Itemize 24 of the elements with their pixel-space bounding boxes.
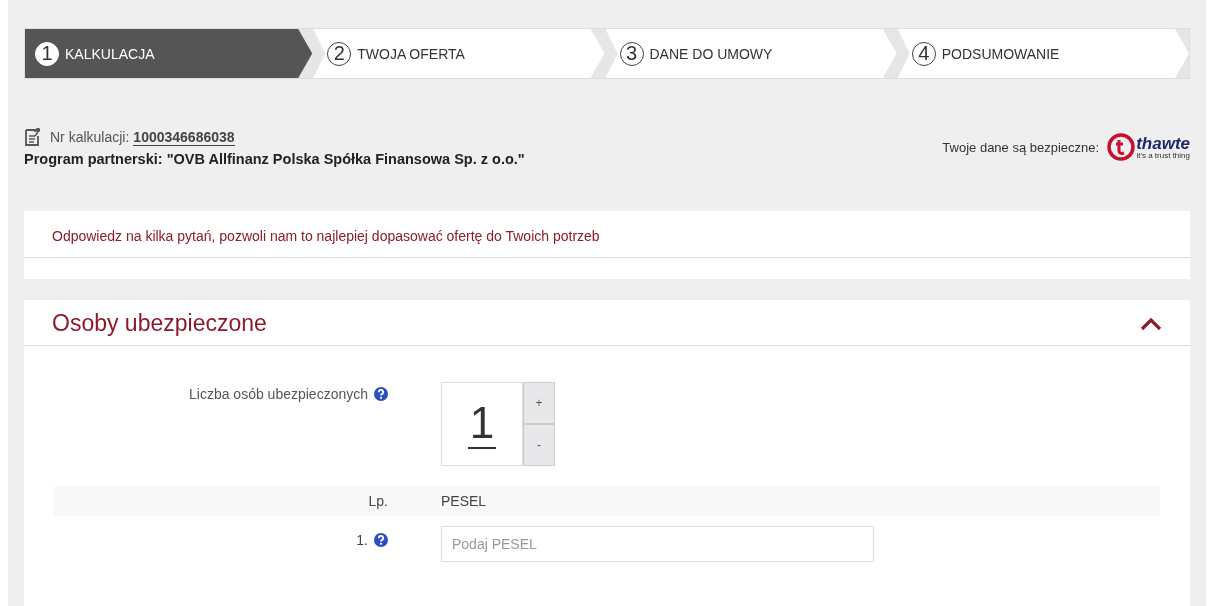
security-text: Twoje dane są bezpieczne: xyxy=(942,139,1100,155)
column-header: Lp. xyxy=(367,493,389,509)
step-tab[interactable]: 2 TWOJA OFERTA xyxy=(313,29,605,78)
partner-program-text: Program partnerski: "OVB Allfinanz Polska Spółka Finansowa Sp. z o.o." xyxy=(24,151,525,167)
help-icon[interactable] xyxy=(374,533,388,547)
chevron-icon[interactable] xyxy=(1140,316,1162,331)
logo-icon xyxy=(1107,133,1136,161)
increment-button[interactable]: + xyxy=(523,382,555,424)
logo-tagline: it's a trust thing xyxy=(1136,151,1190,160)
calculation-number: 1000346686038 xyxy=(133,128,235,146)
count-label: Liczba osób ubezpieczonych xyxy=(189,386,368,402)
step-tab[interactable]: 4 PODSUMOWANIE xyxy=(897,29,1189,78)
note-icon xyxy=(24,127,42,147)
help-icon[interactable] xyxy=(374,387,388,401)
decrement-button[interactable]: - xyxy=(523,424,555,466)
step-tab[interactable]: 3 DANE DO UMOWY xyxy=(605,29,897,78)
pesel-field[interactable]: Podaj PESEL xyxy=(441,526,874,562)
notice-text: Odpowiedz na kilka pytań, pozwoli nam to najlepiej dopasować ofertę do Twoich potrzeb xyxy=(24,211,1190,258)
section-title: Osoby ubezpieczone xyxy=(52,310,267,337)
row-number: 1. xyxy=(356,532,368,548)
logo-text: thawte xyxy=(1136,134,1190,152)
calculation-label: Nr kalkulacji: xyxy=(50,129,130,145)
column-header: PESEL xyxy=(441,493,487,509)
step-tab[interactable]: 1 KALKULACJA xyxy=(25,29,313,78)
